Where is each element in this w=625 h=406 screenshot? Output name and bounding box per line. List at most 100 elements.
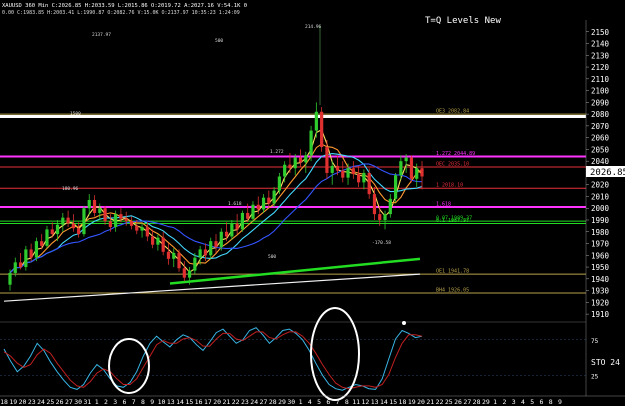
level-label: 1 2018.10 [436, 183, 463, 189]
stochastic-readout: STO 24 [591, 358, 620, 367]
price-tick-label: 1910 [591, 310, 610, 319]
price-tick-label: 1980 [591, 228, 610, 237]
price-tick-label: 1940 [591, 275, 610, 284]
candle-body [140, 227, 144, 231]
candle-body [82, 208, 86, 235]
time-tick-label: 7 [132, 398, 136, 406]
chart-annotation: 500 [215, 38, 223, 44]
header-sub-line: 0.00 C:1983.85 H:2003.41 L:1990.87 O:208… [2, 10, 240, 16]
time-tick-label: 30 [74, 398, 82, 406]
candle-body [399, 161, 403, 176]
candle-body [235, 223, 239, 230]
chart-annotation: 1.272 [270, 149, 284, 155]
candle-body [151, 236, 155, 245]
time-tick-label: 22 [232, 398, 240, 406]
time-tick-label: 6 [326, 398, 330, 406]
candle-body [214, 241, 218, 248]
time-tick-label: 19 [408, 398, 416, 406]
candle-body [362, 172, 366, 183]
candle-body [320, 111, 324, 148]
price-tick-label: 2100 [591, 87, 610, 96]
chart-annotation: 2137.97 [92, 32, 111, 38]
candle-body [230, 223, 234, 237]
stochastic-marker-dot [402, 321, 406, 325]
candle-body [256, 204, 260, 210]
chart-area: OE3 2082.841.272 2044.89OEC 2035.101 201… [0, 0, 625, 406]
candle-body [161, 237, 165, 252]
time-tick-label: 22 [436, 398, 444, 406]
candle-body [145, 227, 149, 237]
candle-body [357, 174, 361, 183]
candle-body [108, 221, 112, 228]
time-tick-label: 21 [222, 398, 230, 406]
chart-annotation: -170.58 [372, 240, 391, 246]
time-tick-label: 20 [19, 398, 27, 406]
time-tick-label: 27 [65, 398, 73, 406]
time-tick-label: 2 [104, 398, 108, 406]
candle-body [66, 217, 70, 224]
candle-body [124, 218, 128, 222]
time-tick-label: 17 [204, 398, 212, 406]
price-tick-label: 2140 [591, 40, 610, 49]
time-tick-label: 8 [345, 398, 349, 406]
time-tick-label: 28 [473, 398, 481, 406]
time-tick-label: 3 [113, 398, 117, 406]
time-tick-label: 14 [380, 398, 388, 406]
time-tick-label: 11 [352, 398, 360, 406]
time-tick-label: 18 [399, 398, 407, 406]
candle-body [314, 111, 318, 131]
time-tick-label: 20 [417, 398, 425, 406]
candle-body [404, 157, 408, 162]
candle-body [61, 217, 65, 225]
candle-body [193, 257, 197, 271]
candle-body [409, 157, 414, 179]
candle-body [40, 241, 44, 246]
time-tick-label: 18 [0, 398, 8, 406]
candle-body [156, 237, 160, 245]
candle-body [393, 175, 398, 199]
chart-annotation: 500 [268, 254, 276, 260]
candle-body [261, 197, 266, 210]
candle-body [50, 229, 54, 235]
time-tick-label: 21 [426, 398, 434, 406]
price-tick-label: 2130 [591, 51, 610, 60]
time-tick-label: 26 [56, 398, 64, 406]
chart-annotation: 180.96 [62, 186, 79, 192]
candle-body [378, 214, 382, 220]
price-tick-label: 2060 [591, 134, 610, 143]
time-tick-label: 5 [317, 398, 321, 406]
candle-body [18, 262, 23, 268]
stochastic-tick-label: 25 [591, 373, 599, 380]
candle-body [55, 224, 60, 235]
time-tick-label: 27 [463, 398, 471, 406]
header-symbol-line: XAUUSD 360 Min C:2026.85 H:2033.59 L:201… [2, 3, 247, 9]
candle-body [198, 249, 202, 258]
time-tick-label: 13 [371, 398, 379, 406]
candle-body [135, 225, 139, 231]
candle-body [24, 249, 28, 268]
candle-body [209, 241, 213, 256]
time-tick-label: 28 [269, 398, 277, 406]
candle-body [420, 168, 424, 177]
price-tick-label: 2040 [591, 157, 610, 166]
candle-body [335, 165, 340, 171]
time-tick-label: 13 [167, 398, 175, 406]
candle-body [372, 194, 377, 215]
chart-annotation: 1.618 [228, 201, 242, 207]
level-label: BH4 1926.05 [436, 287, 469, 293]
candle-body [283, 164, 287, 177]
time-tick-label: 14 [176, 398, 184, 406]
candle-body [351, 168, 355, 175]
candle-body [277, 176, 281, 191]
price-tick-label: 1970 [591, 240, 610, 249]
candle-body [71, 223, 75, 229]
candle-body [45, 229, 49, 246]
time-tick-label: 31 [83, 398, 91, 406]
time-tick-label: 27 [260, 398, 268, 406]
candle-body [304, 155, 308, 163]
candle-body [246, 212, 250, 219]
candle-body [309, 130, 313, 156]
candle-body [388, 198, 392, 215]
chart-annotation: 214.96 [305, 24, 322, 30]
candle-body [367, 172, 371, 195]
